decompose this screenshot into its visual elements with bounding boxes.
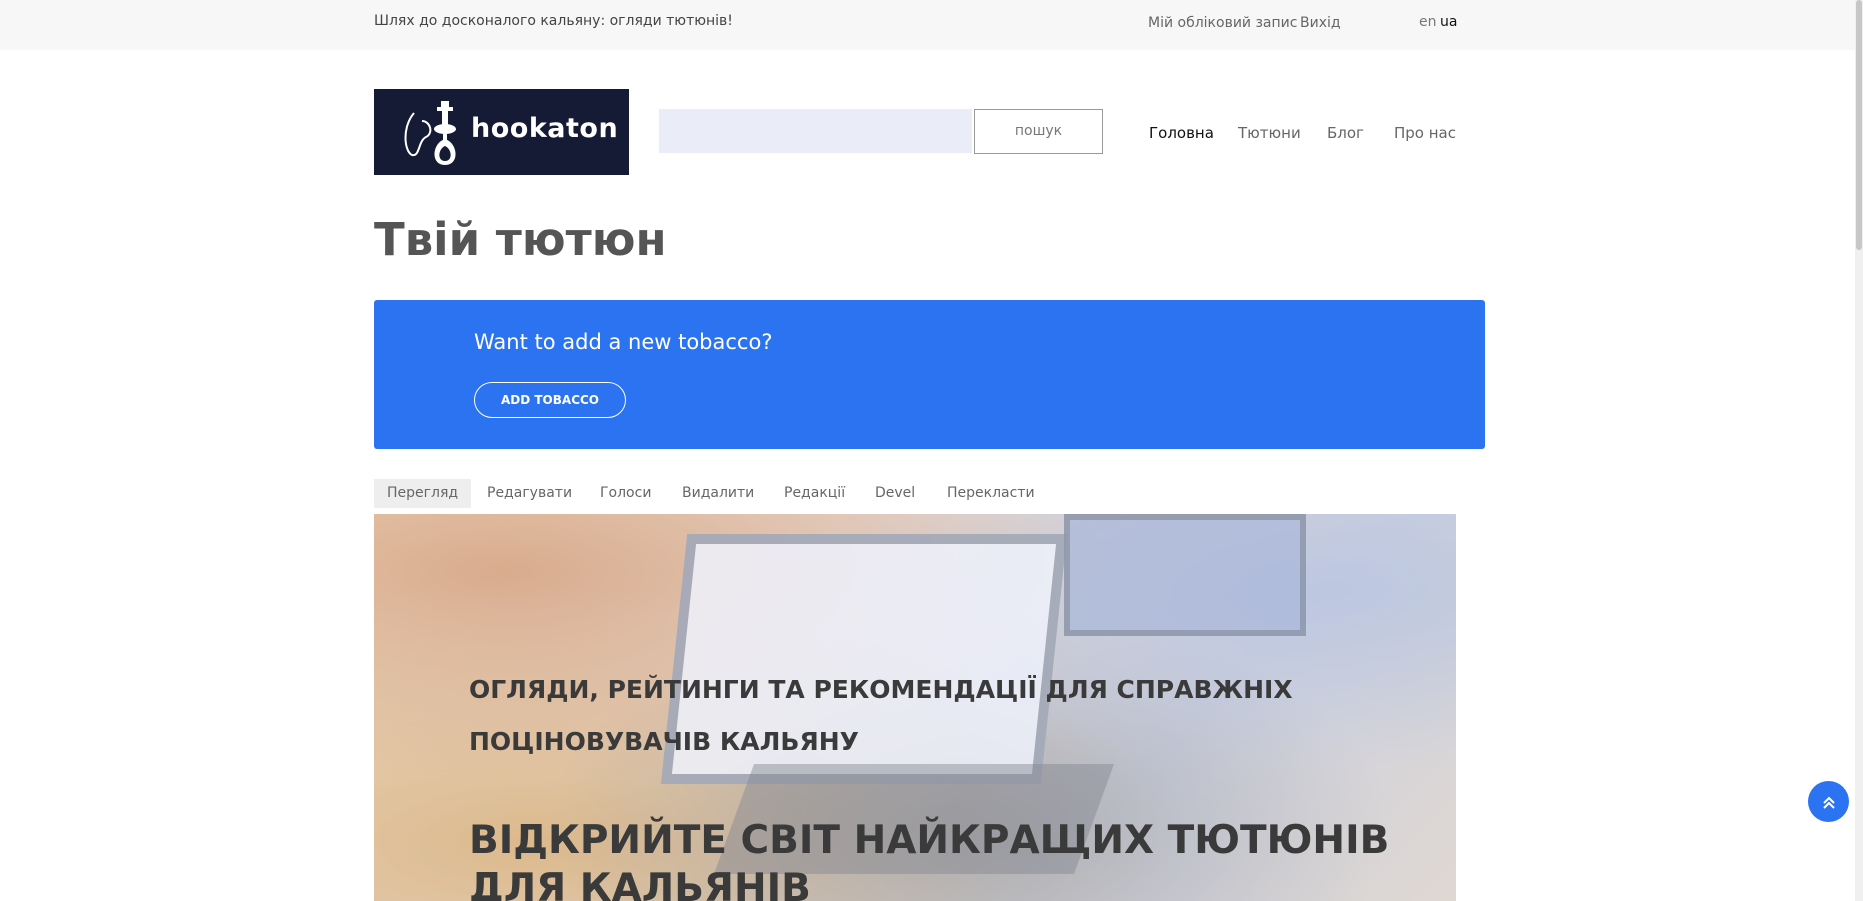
tab-votes[interactable]: Голоси xyxy=(587,479,664,508)
logout-link[interactable]: Вихід xyxy=(1300,15,1341,31)
nav-item-tobaccos[interactable]: Тютюни xyxy=(1238,124,1301,142)
logo-text: hookaton xyxy=(471,113,619,144)
language-ua-link[interactable]: ua xyxy=(1440,14,1457,30)
page-title: Твій тютюн xyxy=(374,213,667,266)
search-input[interactable] xyxy=(659,109,972,153)
scroll-to-top-button[interactable] xyxy=(1808,781,1849,822)
tab-devel[interactable]: Devel xyxy=(862,479,928,508)
hero-subtitle: ОГЛЯДИ, РЕЙТИНГИ ТА РЕКОМЕНДАЦІЇ ДЛЯ СПР… xyxy=(469,675,1293,756)
tab-view[interactable]: Перегляд xyxy=(374,479,472,508)
tab-revisions[interactable]: Редакції xyxy=(771,479,858,508)
search-button[interactable]: пошук xyxy=(974,109,1103,154)
add-tobacco-banner: Want to add a new tobacco? ADD TOBACCO xyxy=(374,300,1485,449)
top-bar: Шлях до досконалого кальяну: огляди тютю… xyxy=(0,0,1863,50)
double-chevron-up-icon xyxy=(1822,796,1835,809)
nav-item-about[interactable]: Про нас xyxy=(1394,124,1456,142)
site-logo[interactable]: hookaton xyxy=(374,89,629,175)
tab-delete[interactable]: Видалити xyxy=(669,479,767,508)
tab-translate[interactable]: Перекласти xyxy=(934,479,1048,508)
banner-text: Want to add a new tobacco? xyxy=(474,330,773,354)
nav-item-blog[interactable]: Блог xyxy=(1327,124,1364,142)
nav-item-home[interactable]: Головна xyxy=(1149,124,1214,142)
language-en-link[interactable]: en xyxy=(1419,14,1437,30)
page-scrollbar[interactable] xyxy=(1855,0,1863,901)
tab-edit[interactable]: Редагувати xyxy=(474,479,585,508)
hero-title: ВІДКРИЙТЕ СВІТ НАЙКРАЩИХ ТЮТЮНІВ ДЛЯ КАЛ… xyxy=(469,818,1390,901)
site-tagline: Шлях до досконалого кальяну: огляди тютю… xyxy=(374,13,733,29)
hero-section: ОГЛЯДИ, РЕЙТИНГИ ТА РЕКОМЕНДАЦІЇ ДЛЯ СПР… xyxy=(374,514,1456,901)
add-tobacco-button[interactable]: ADD TOBACCO xyxy=(474,382,626,418)
my-account-link[interactable]: Мій обліковий запис xyxy=(1148,15,1297,31)
hookah-icon xyxy=(404,101,456,165)
scrollbar-thumb[interactable] xyxy=(1856,0,1862,250)
